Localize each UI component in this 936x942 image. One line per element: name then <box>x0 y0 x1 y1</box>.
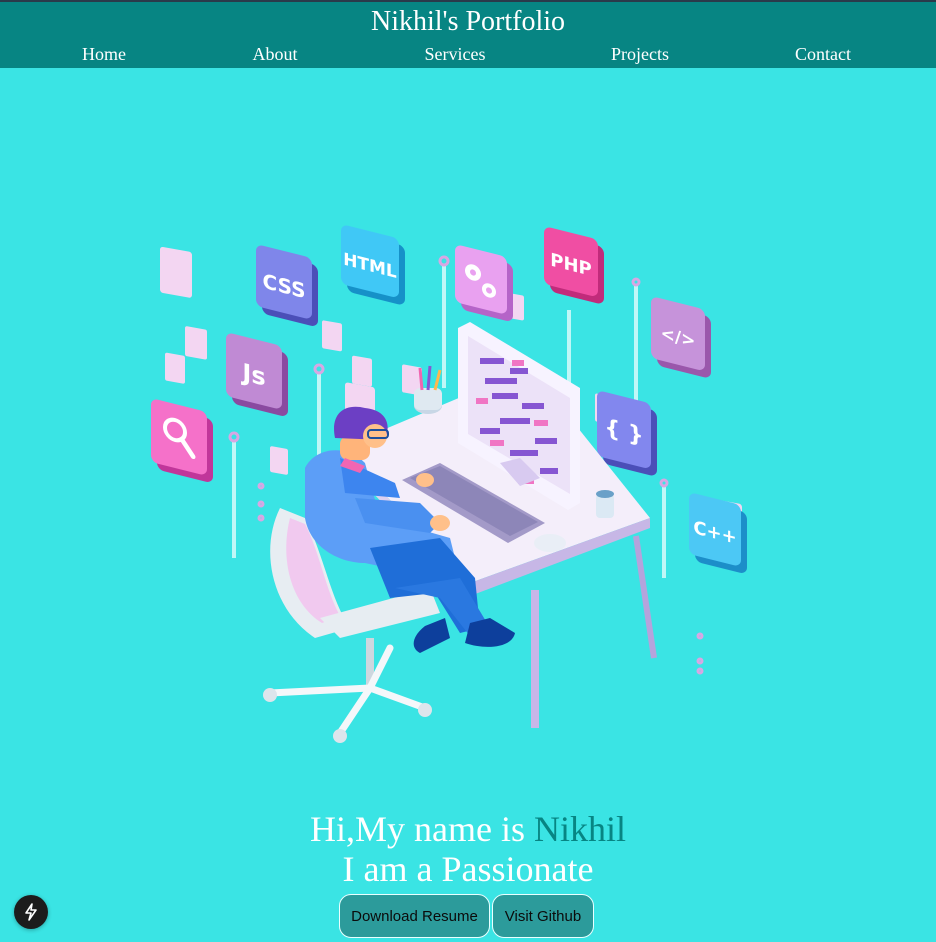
main-nav: Home About Services Projects Contact <box>0 44 936 68</box>
hero-name: Nikhil <box>533 809 626 849</box>
site-header: Nikhil's Portfolio Home About Services P… <box>0 0 936 68</box>
nav-home[interactable]: Home <box>82 44 126 65</box>
visit-github-button[interactable]: Visit Github <box>492 894 594 938</box>
nav-services[interactable]: Services <box>425 44 486 65</box>
hero-tagline: I am a Passionate <box>342 849 594 889</box>
nav-projects[interactable]: Projects <box>611 44 669 65</box>
hero-actions: Download Resume Visit Github <box>339 894 594 938</box>
nav-contact[interactable]: Contact <box>795 44 851 65</box>
site-title: Nikhil's Portfolio <box>370 6 566 37</box>
download-resume-button[interactable]: Download Resume <box>339 894 490 938</box>
nav-about[interactable]: About <box>253 44 298 65</box>
greeting-text: Hi,My name is <box>310 809 525 849</box>
lightning-bolt-icon[interactable] <box>14 895 48 929</box>
hero-greeting: Hi,My name is Nikhil <box>0 808 936 850</box>
bolt-glyph-icon <box>25 903 37 921</box>
developer-illustration: CSS HTML PHP Js </> {} C++ <box>151 225 747 743</box>
